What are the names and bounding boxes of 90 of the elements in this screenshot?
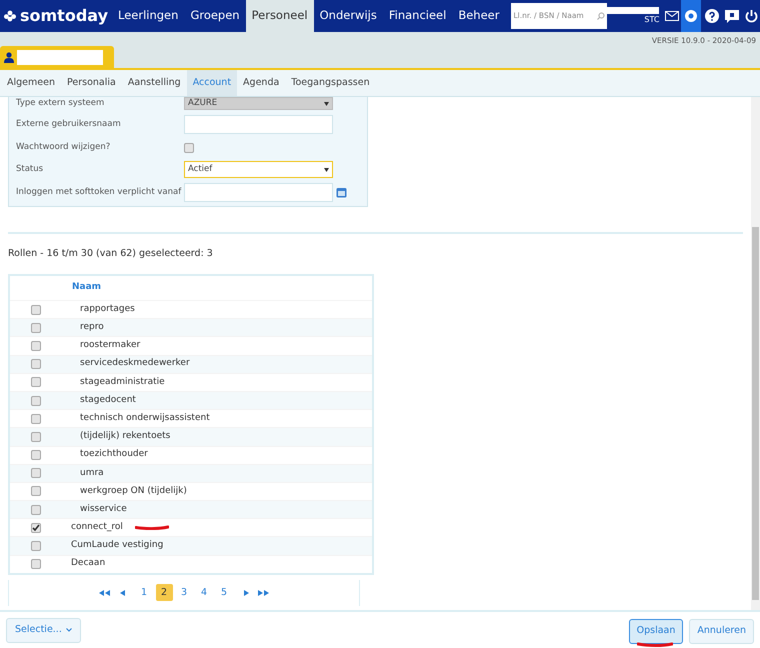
- table-row[interactable]: umra: [10, 464, 372, 482]
- table-row[interactable]: connect_rol: [10, 518, 372, 536]
- scrollbar-thumb[interactable]: [752, 227, 759, 600]
- nav-item[interactable]: Groepen: [184, 0, 246, 32]
- role-name: CumLaude vestiging: [70, 539, 164, 552]
- checkbox[interactable]: [31, 377, 41, 388]
- role-name: werkgroep ON (tijdelijk): [79, 484, 187, 498]
- field-label: Wachtwoord wijzigen?: [16, 141, 112, 154]
- roles-title: Rollen - 16 t/m 30 (van 62) geselecteerd: 3: [8, 246, 213, 261]
- page-link[interactable]: 5: [216, 584, 232, 602]
- role-name: (tijdelijk) rekentoets: [79, 430, 170, 444]
- table-row[interactable]: stagedocent: [10, 390, 372, 410]
- table-row[interactable]: (tijdelijk) rekentoets: [10, 427, 372, 446]
- table-row[interactable]: CumLaude vestiging: [10, 536, 372, 555]
- role-name: servicedeskmedewerker: [79, 357, 190, 370]
- select-field[interactable]: Actief: [184, 161, 333, 178]
- role-name: rapportages: [79, 302, 135, 316]
- table-row[interactable]: technisch onderwijsassistent: [10, 409, 372, 428]
- page-link[interactable]: 1: [136, 584, 152, 602]
- checkbox[interactable]: [31, 504, 41, 515]
- table-row[interactable]: wisservice: [10, 500, 372, 518]
- checkbox[interactable]: [31, 396, 41, 406]
- nav-item[interactable]: Personeel: [246, 0, 314, 32]
- person-icon: [4, 52, 14, 63]
- checkbox[interactable]: [31, 359, 41, 370]
- role-name: toezichthouder: [79, 448, 148, 462]
- user-code: STC: [644, 14, 660, 26]
- tab[interactable]: Algemeen: [1, 70, 61, 96]
- checkbox[interactable]: [31, 486, 41, 496]
- date-field[interactable]: [184, 183, 333, 202]
- nav-item[interactable]: Beheer: [452, 0, 506, 32]
- page-link[interactable]: 2: [156, 584, 172, 602]
- checkbox[interactable]: [31, 414, 41, 424]
- mail-icon[interactable]: [665, 11, 680, 21]
- calendar-icon[interactable]: [336, 187, 347, 198]
- checkbox[interactable]: [31, 468, 41, 478]
- role-name: wisservice: [79, 502, 127, 516]
- role-name: umra: [79, 466, 104, 480]
- help-icon[interactable]: [704, 9, 719, 23]
- previous-page-icon[interactable]: [120, 590, 124, 596]
- caret-icon: [324, 102, 329, 106]
- power-icon[interactable]: [744, 9, 758, 23]
- nav-item[interactable]: Financieel: [382, 0, 452, 32]
- caret-icon: [324, 168, 329, 172]
- checkbox[interactable]: [31, 432, 41, 442]
- checkbox[interactable]: [31, 522, 41, 533]
- underline-mark: [636, 642, 673, 647]
- field-label: Status: [16, 163, 44, 176]
- footer-button[interactable]: Annuleren: [689, 618, 754, 644]
- checkbox[interactable]: [31, 340, 41, 351]
- first-page-icon[interactable]: [98, 590, 110, 596]
- checkbox[interactable]: [31, 450, 41, 460]
- scrollbar[interactable]: [751, 97, 760, 610]
- checkbox[interactable]: [31, 322, 41, 333]
- page-link[interactable]: 4: [196, 584, 212, 602]
- field-label: Type extern systeem: [16, 97, 106, 110]
- field-label: Externe gebruikersnaam: [16, 118, 122, 131]
- role-name: stagedocent: [79, 394, 136, 407]
- role-name: roostermaker: [79, 339, 140, 352]
- search-icon: [597, 12, 606, 20]
- role-name: connect_rol: [70, 521, 123, 534]
- tab[interactable]: Aanstelling: [122, 70, 187, 96]
- role-name: repro: [79, 321, 104, 334]
- feedback-icon[interactable]: [725, 10, 740, 22]
- role-name: stageadministratie: [79, 376, 165, 389]
- checkbox[interactable]: [31, 559, 41, 570]
- last-page-icon[interactable]: [258, 590, 270, 596]
- tab[interactable]: Toegangspassen: [285, 70, 376, 96]
- user-name-field: [607, 6, 660, 14]
- nav-item[interactable]: Leerlingen: [112, 0, 184, 32]
- underline-mark: [134, 525, 169, 530]
- checkbox[interactable]: [184, 142, 194, 152]
- selection-dropdown[interactable]: Selectie...: [6, 618, 81, 642]
- nav-item[interactable]: Onderwijs: [314, 0, 383, 32]
- table-row[interactable]: repro: [10, 318, 372, 336]
- checkbox[interactable]: [31, 304, 41, 315]
- column-header[interactable]: Naam: [72, 281, 102, 295]
- table-row[interactable]: servicedeskmedewerker: [10, 354, 372, 373]
- role-name: Decaan: [70, 557, 106, 570]
- field-label: Inloggen met softtoken verplicht vanaf: [16, 186, 182, 199]
- next-page-icon[interactable]: [244, 590, 248, 596]
- input-field[interactable]: [184, 115, 333, 134]
- logo-text: somtoday: [20, 5, 108, 27]
- tab[interactable]: Personalia: [60, 70, 122, 96]
- chevron-down-icon: [66, 628, 72, 632]
- tab[interactable]: Agenda: [237, 70, 286, 96]
- page-link[interactable]: 3: [176, 584, 192, 602]
- role-name: technisch onderwijsassistent: [79, 412, 210, 425]
- person-tab[interactable]: [0, 46, 114, 68]
- checkbox[interactable]: [31, 541, 41, 552]
